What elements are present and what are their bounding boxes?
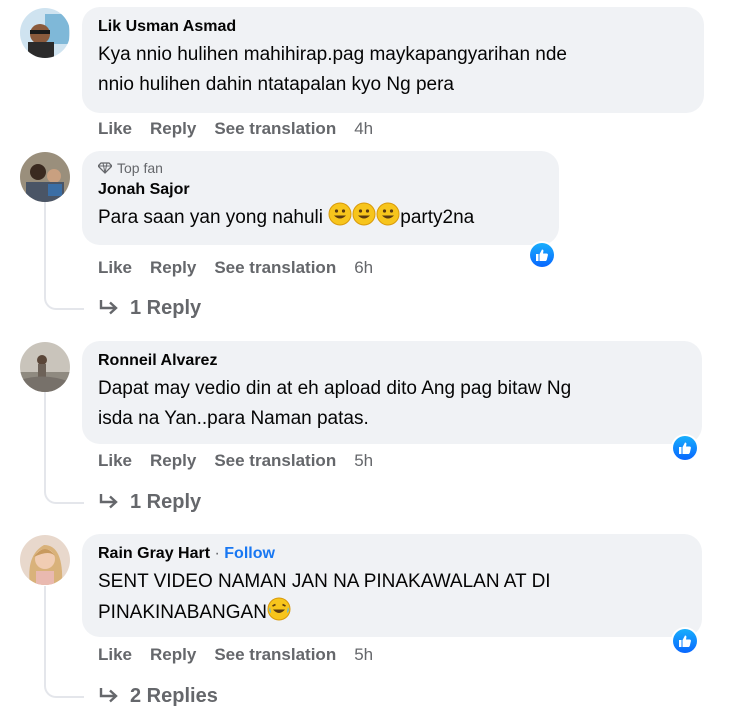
comment-text-line-wrap: PINAKINABANGAN xyxy=(98,597,686,631)
view-replies-link[interactable]: 1 Reply xyxy=(98,296,201,320)
thread-line xyxy=(44,202,46,294)
thread-line xyxy=(44,392,46,488)
thread-line xyxy=(44,586,46,682)
comment-text-line: Kya nnio hulihen mahihirap.pag maykapang… xyxy=(98,44,567,65)
comment-bubble: Top fan Jonah Sajor Para saan yan yong n… xyxy=(82,151,559,245)
view-replies-link[interactable]: 2 Replies xyxy=(98,684,218,708)
like-reaction-icon xyxy=(679,635,691,647)
reply-button[interactable]: Reply xyxy=(150,119,196,139)
grinning-emoji xyxy=(352,202,376,236)
comment-timestamp[interactable]: 6h xyxy=(354,258,373,278)
thread-curve xyxy=(44,486,84,504)
top-fan-label: Top fan xyxy=(117,160,163,176)
comment-bubble: Lik Usman Asmad Kya nnio hulihen mahihir… xyxy=(82,7,704,113)
reaction-badge[interactable] xyxy=(671,434,699,462)
comment-timestamp[interactable]: 5h xyxy=(354,451,373,471)
comment-text: Para saan yan yong nahuli party2na xyxy=(98,202,543,236)
reaction-badge[interactable] xyxy=(671,627,699,655)
replies-count[interactable]: 1 Reply xyxy=(130,490,201,514)
comment-text: Dapat may vedio din at eh apload dito An… xyxy=(98,374,686,434)
comment-text-line: SENT VIDEO NAMAN JAN NA PINAKAWALAN AT D… xyxy=(98,571,551,592)
view-replies-link[interactable]: 1 Reply xyxy=(98,490,201,514)
comment-author[interactable]: Rain Gray Hart xyxy=(98,545,210,562)
comment-actions: Like Reply See translation 5h xyxy=(98,645,373,665)
replies-count[interactable]: 1 Reply xyxy=(130,296,201,320)
like-button[interactable]: Like xyxy=(98,451,132,471)
comment-timestamp[interactable]: 4h xyxy=(354,119,373,139)
replies-count[interactable]: 2 Replies xyxy=(130,684,218,708)
see-translation-link[interactable]: See translation xyxy=(214,258,336,278)
see-translation-link[interactable]: See translation xyxy=(214,645,336,665)
see-translation-link[interactable]: See translation xyxy=(214,119,336,139)
avatar[interactable] xyxy=(20,535,70,585)
reply-arrow-icon xyxy=(99,300,118,315)
comment-actions: Like Reply See translation 6h xyxy=(98,258,373,278)
comment-author[interactable]: Ronneil Alvarez xyxy=(98,351,686,371)
comment-text-line: isda na Yan..para Naman patas. xyxy=(98,408,369,429)
comment-text-part: Para saan yan yong nahuli xyxy=(98,207,329,228)
reaction-badge[interactable] xyxy=(528,241,556,269)
comment-bubble: Rain Gray Hart · Follow SENT VIDEO NAMAN… xyxy=(82,534,702,637)
follow-button[interactable]: Follow xyxy=(224,545,275,562)
comment-text: SENT VIDEO NAMAN JAN NA PINAKAWALAN AT D… xyxy=(98,567,686,631)
comment-text-line: Dapat may vedio din at eh apload dito An… xyxy=(98,378,572,399)
comment-text-line: PINAKINABANGAN xyxy=(98,602,267,623)
top-fan-badge: Top fan xyxy=(98,159,543,177)
like-button[interactable]: Like xyxy=(98,119,132,139)
comment-author[interactable]: Lik Usman Asmad xyxy=(98,17,688,37)
comment-bubble: Ronneil Alvarez Dapat may vedio din at e… xyxy=(82,341,702,444)
reply-button[interactable]: Reply xyxy=(150,451,196,471)
avatar[interactable] xyxy=(20,152,70,202)
comment-actions: Like Reply See translation 4h xyxy=(98,119,373,139)
reply-arrow-icon xyxy=(99,494,118,509)
see-translation-link[interactable]: See translation xyxy=(214,451,336,471)
reply-button[interactable]: Reply xyxy=(150,258,196,278)
grinning-emoji xyxy=(328,202,352,236)
reply-button[interactable]: Reply xyxy=(150,645,196,665)
comment-author[interactable]: Jonah Sajor xyxy=(98,180,543,200)
grinning-emoji xyxy=(376,202,400,236)
comment-text-part: party2na xyxy=(400,207,475,228)
reply-arrow-icon xyxy=(99,688,118,703)
like-button[interactable]: Like xyxy=(98,645,132,665)
comment-timestamp[interactable]: 5h xyxy=(354,645,373,665)
comment-author-line: Rain Gray Hart · Follow xyxy=(98,544,686,564)
comment-actions: Like Reply See translation 5h xyxy=(98,451,373,471)
comment-text-line: nnio hulihen dahin ntatapalan kyo Ng per… xyxy=(98,74,454,95)
like-reaction-icon xyxy=(536,249,548,261)
avatar[interactable] xyxy=(20,342,70,392)
avatar[interactable] xyxy=(20,8,70,58)
comment-text: Kya nnio hulihen mahihirap.pag maykapang… xyxy=(98,40,688,100)
diamond-icon xyxy=(98,162,112,174)
like-reaction-icon xyxy=(679,442,691,454)
like-button[interactable]: Like xyxy=(98,258,132,278)
laughing-crying-emoji xyxy=(267,597,291,631)
separator: · xyxy=(210,545,225,562)
thread-curve xyxy=(44,292,84,310)
thread-curve xyxy=(44,680,84,698)
